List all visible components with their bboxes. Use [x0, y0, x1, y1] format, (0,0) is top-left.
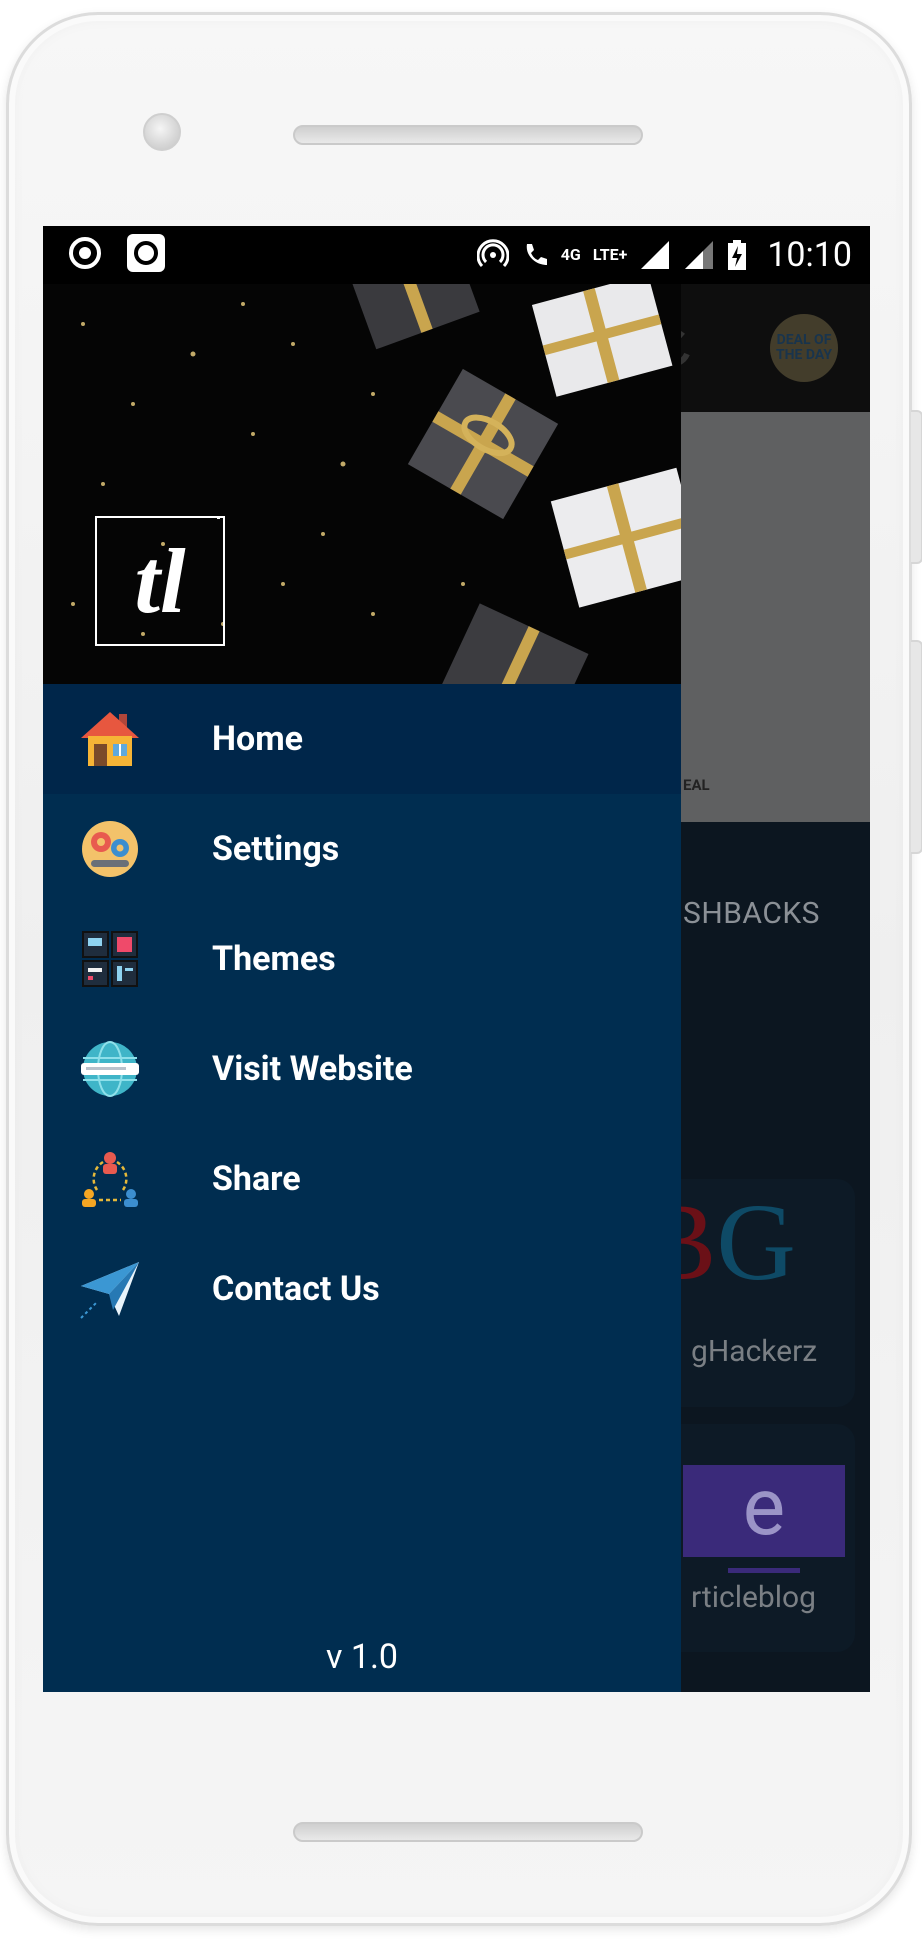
- bottom-speaker: [293, 1822, 643, 1842]
- card2-label: rticleblog: [691, 1580, 817, 1615]
- drawer-menu: Home Settings Themes Visit Website Share…: [43, 684, 681, 1344]
- status-bar: 4G LTE+ 10:10: [43, 226, 870, 284]
- status-clock: 10:10: [767, 235, 852, 275]
- drawer-header-image: tl: [43, 284, 681, 684]
- volume-button: [911, 640, 922, 854]
- card1-label: gHackerz: [691, 1334, 818, 1369]
- menu-label-home: Home: [212, 719, 304, 759]
- screen-recorder-icon: [127, 234, 165, 272]
- menu-label-contact-us: Contact Us: [212, 1269, 380, 1309]
- banner-caption: EAL: [683, 776, 710, 794]
- settings-gears-icon: [77, 816, 143, 882]
- menu-label-settings: Settings: [212, 829, 340, 869]
- signal-full-icon: [641, 241, 670, 269]
- menu-item-settings[interactable]: Settings: [43, 794, 681, 904]
- menu-item-contact-us[interactable]: Contact Us: [43, 1234, 681, 1344]
- navigation-drawer: tl Home Settings Themes Visit Website Sh…: [43, 284, 681, 1692]
- menu-label-share: Share: [212, 1159, 301, 1199]
- card2-logo-underline: [728, 1568, 800, 1573]
- screen: 4G LTE+ 10:10 DEAL OF THE DAY EAL SHBACK…: [43, 226, 870, 1692]
- themes-icon: [77, 926, 143, 992]
- deal-of-the-day-badge[interactable]: DEAL OF THE DAY: [770, 314, 838, 382]
- record-dot-icon: [69, 237, 101, 269]
- menu-label-themes: Themes: [212, 939, 336, 979]
- menu-item-visit-website[interactable]: Visit Website: [43, 1014, 681, 1124]
- deal-badge-text: DEAL OF THE DAY: [775, 332, 833, 363]
- app-logo: tl: [95, 516, 225, 646]
- menu-item-themes[interactable]: Themes: [43, 904, 681, 1014]
- cashbacks-tab[interactable]: SHBACKS: [683, 896, 820, 931]
- home-icon: [77, 706, 143, 772]
- network-4g-label: 4G: [560, 245, 581, 264]
- battery-charging-icon: [728, 240, 747, 270]
- hotspot-icon: [476, 239, 509, 268]
- front-camera: [143, 113, 181, 151]
- earpiece-speaker: [293, 125, 643, 145]
- signal-weak-icon: [685, 241, 714, 269]
- globe-icon: [77, 1036, 143, 1102]
- logo-dot: [217, 516, 220, 519]
- menu-item-home[interactable]: Home: [43, 684, 681, 794]
- card1-letter-g: G: [716, 1181, 796, 1303]
- network-lte-label: LTE+: [592, 245, 628, 264]
- power-button: [911, 410, 922, 564]
- paper-plane-icon: [77, 1256, 143, 1322]
- menu-item-share[interactable]: Share: [43, 1124, 681, 1234]
- card2-logo: e: [683, 1465, 845, 1557]
- call-icon: [526, 244, 547, 265]
- menu-label-visit-website: Visit Website: [212, 1049, 413, 1089]
- share-network-icon: [77, 1146, 143, 1212]
- app-version: v 1.0: [325, 1637, 399, 1677]
